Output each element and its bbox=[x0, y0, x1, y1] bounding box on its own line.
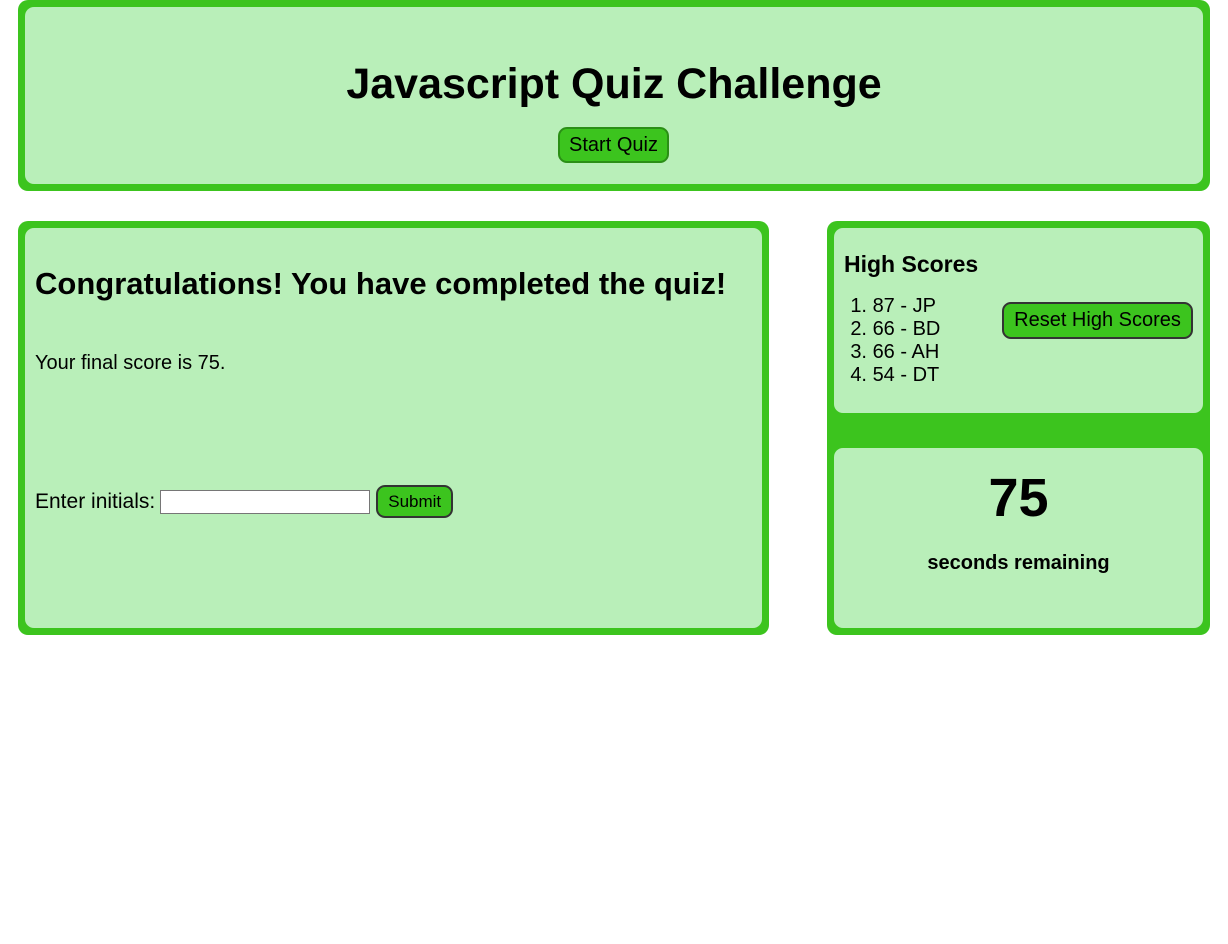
timer-box: 75 seconds remaining bbox=[834, 448, 1203, 628]
initials-input[interactable] bbox=[160, 489, 371, 514]
header-inner: Javascript Quiz Challenge Start Quiz bbox=[25, 7, 1203, 184]
side-panel: High Scores 1. 87 - JP 2. 66 - BD 3. 66 … bbox=[827, 221, 1210, 635]
timer-value: 75 bbox=[988, 468, 1049, 528]
start-quiz-button[interactable]: Start Quiz bbox=[558, 127, 669, 163]
rank-number: 3. bbox=[850, 341, 867, 363]
score-entry: 87 - JP bbox=[872, 295, 936, 317]
high-score-item: 2. 66 - BD bbox=[850, 318, 941, 341]
high-score-item: 4. 54 - DT bbox=[850, 364, 940, 387]
score-entry: 54 - DT bbox=[872, 364, 940, 386]
timer-label: seconds remaining bbox=[927, 552, 1110, 574]
high-scores-box: High Scores 1. 87 - JP 2. 66 - BD 3. 66 … bbox=[834, 228, 1203, 413]
page-title: Javascript Quiz Challenge bbox=[346, 60, 882, 108]
quiz-inner: Congratulations! You have completed the … bbox=[25, 228, 762, 628]
reset-high-scores-button[interactable]: Reset High Scores bbox=[1002, 302, 1193, 339]
final-score-text: Your final score is 75. bbox=[35, 352, 226, 374]
initials-label: Enter initials: bbox=[35, 489, 156, 513]
rank-number: 4. bbox=[850, 364, 867, 386]
score-entry: 66 - AH bbox=[872, 341, 940, 363]
completion-heading: Congratulations! You have completed the … bbox=[35, 266, 727, 301]
score-entry: 66 - BD bbox=[872, 318, 941, 340]
high-scores-title: High Scores bbox=[844, 251, 979, 277]
submit-button[interactable]: Submit bbox=[376, 485, 454, 518]
initials-form: Enter initials: Submit bbox=[35, 485, 454, 518]
rank-number: 2. bbox=[850, 318, 867, 340]
rank-number: 1. bbox=[850, 295, 867, 317]
high-scores-list: 1. 87 - JP 2. 66 - BD 3. 66 - AH 4. 54 -… bbox=[850, 295, 941, 387]
high-score-item: 1. 87 - JP bbox=[850, 295, 940, 318]
high-score-item: 3. 66 - AH bbox=[850, 341, 940, 364]
header-panel: Javascript Quiz Challenge Start Quiz bbox=[18, 0, 1210, 191]
quiz-panel: Congratulations! You have completed the … bbox=[18, 221, 769, 635]
